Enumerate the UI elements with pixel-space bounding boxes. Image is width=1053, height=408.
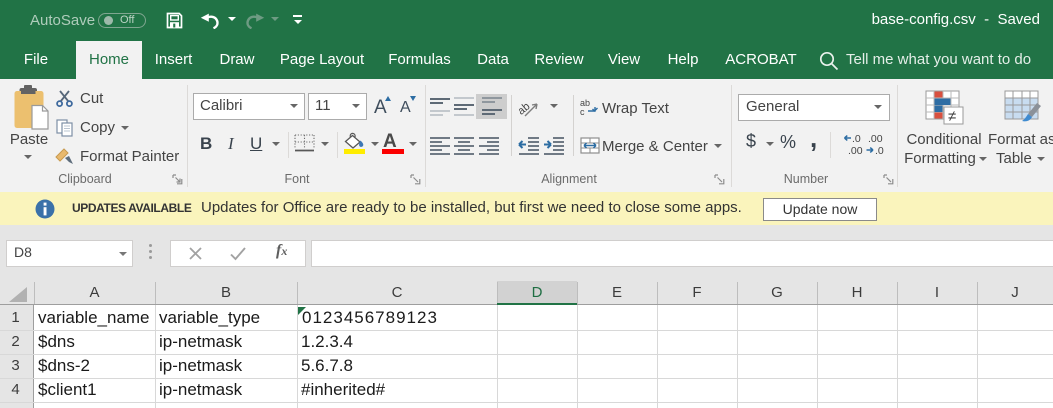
svg-text:.0: .0 <box>852 133 861 145</box>
svg-text:.00: .00 <box>868 133 883 145</box>
svg-text:≠: ≠ <box>948 108 956 125</box>
svg-text:.0: .0 <box>875 145 884 157</box>
svg-text:.00: .00 <box>848 145 863 157</box>
svg-text:c: c <box>580 107 585 116</box>
